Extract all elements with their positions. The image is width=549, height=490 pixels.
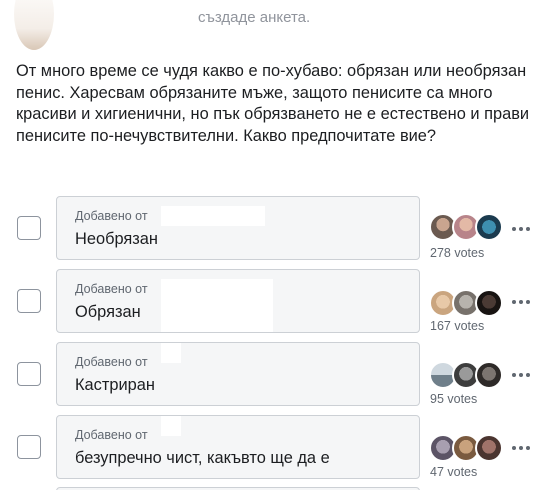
poll-created-text: създаде анкета. [198,9,311,26]
vote-count[interactable]: 95 votes [430,392,477,406]
voter-avatars[interactable] [429,213,509,243]
voter-avatar[interactable] [475,434,503,462]
voter-avatars[interactable] [429,434,509,464]
poll-option: Добавено от Обрязан 167 votes [0,269,549,333]
redacted-name [161,343,181,363]
vote-count[interactable]: 47 votes [430,465,477,479]
redacted-name [161,416,181,436]
poll-option-box[interactable]: Добавено от Обрязан [56,269,420,333]
poll-option-label: Необрязан [75,230,158,248]
poll-option-box[interactable]: Добавено от безупречно чист, какъвто ще … [56,415,420,479]
voter-avatars[interactable] [429,361,509,391]
poll-option-label: Обрязан [75,303,141,321]
voter-avatar[interactable] [475,213,503,241]
added-by-label: Добавено от [75,428,148,442]
checkbox-icon[interactable] [17,216,41,240]
more-options-icon[interactable] [512,370,532,380]
more-options-icon[interactable] [512,297,532,307]
poll-option: Добавено от Необрязан 278 votes [0,196,549,260]
added-by-label: Добавено от [75,209,148,223]
checkbox-icon[interactable] [17,362,41,386]
redacted-name [161,279,273,332]
poll-option: Добавено от безупречно чист, какъвто ще … [0,415,549,479]
poll-option-label: Кастриран [75,376,155,394]
voter-avatar[interactable] [475,289,503,317]
vote-count[interactable]: 278 votes [430,246,484,260]
poll-option-box[interactable]: Добавено от Кастриран [56,342,420,406]
post-body-text: От много време се чудя какво е по-хубаво… [16,62,530,145]
checkbox-icon[interactable] [17,289,41,313]
voter-avatar[interactable] [475,361,503,389]
checkbox-icon[interactable] [17,435,41,459]
vote-count[interactable]: 167 votes [430,319,484,333]
more-options-icon[interactable] [512,443,532,453]
author-avatar[interactable] [14,0,54,50]
redacted-name [161,206,265,226]
more-options-icon[interactable] [512,224,532,234]
added-by-label: Добавено от [75,355,148,369]
voter-avatars[interactable] [429,289,509,319]
poll-option-box[interactable]: Добавено от Необрязан [56,196,420,260]
poll-option: Добавено от Кастриран 95 votes [0,342,549,406]
poll-option-label: безупречно чист, какъвто ще да е [75,449,330,467]
added-by-label: Добавено от [75,282,148,296]
